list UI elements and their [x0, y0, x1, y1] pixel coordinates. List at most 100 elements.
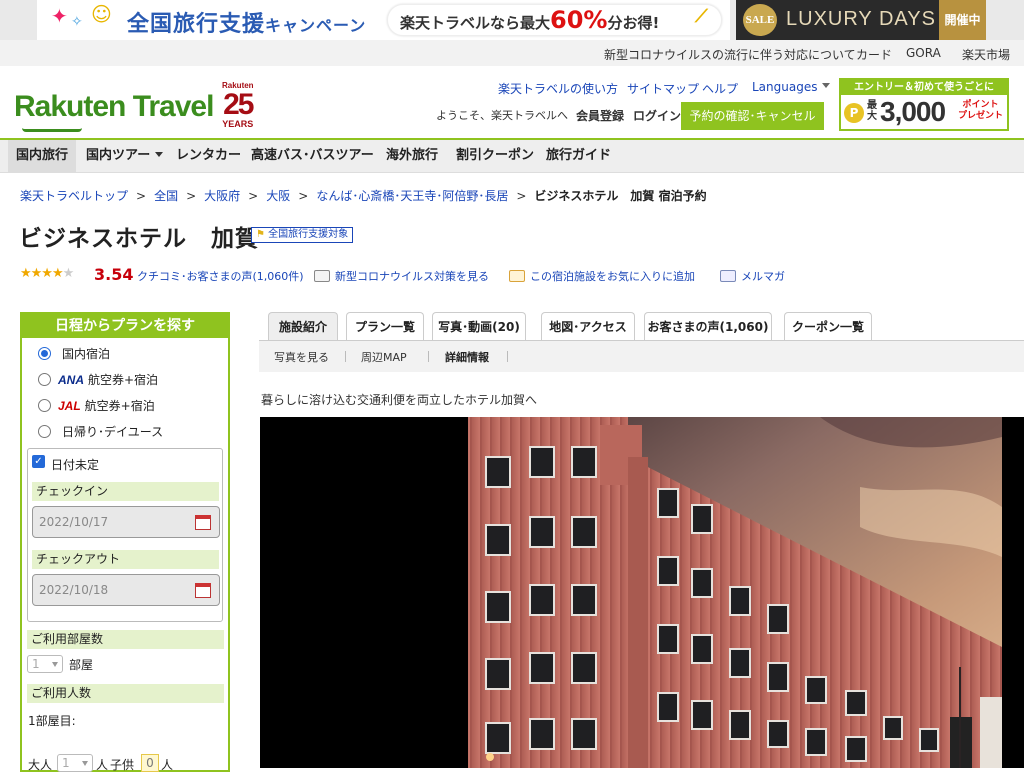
breadcrumb: 楽天トラベルトップ > 全国 > 大阪府 > 大阪 > なんば･心斎橋･天王寺･阿倍野･長居 > ビ…: [20, 187, 707, 204]
search-panel-title: 日程からプランを探す: [22, 314, 228, 338]
nav-bus[interactable]: 高速バス･バスツアー: [243, 140, 382, 172]
tab-facility-info[interactable]: 施設紹介: [268, 312, 338, 340]
confetti-icon: ✦: [51, 4, 68, 28]
discount-pill: 楽天トラベルなら最大60%分お得!: [387, 4, 722, 36]
radio-label-domestic: 国内宿泊: [62, 347, 111, 361]
login-link[interactable]: ログイン: [633, 107, 681, 124]
nav-coupon[interactable]: 割引クーポン: [448, 140, 542, 172]
radio-domestic-stay[interactable]: [38, 347, 51, 360]
promo-amount: 3,000: [880, 96, 946, 127]
hotel-catchcopy: 暮らしに溶け込む交通利便を両立したホテル加賀へ: [261, 393, 538, 407]
radio-label-ana: ANA 航空券+宿泊: [58, 373, 159, 387]
ichiba-link[interactable]: 楽天市場: [962, 46, 1010, 63]
tab-map[interactable]: 地図･アクセス: [541, 312, 635, 340]
covid-measures-link[interactable]: 新型コロナウイルス対策を見る: [314, 268, 489, 284]
tab-photos[interactable]: 写真･動画(20): [432, 312, 526, 340]
travel-support-banner[interactable]: ✦ ✧ ☺ 全国旅行支援キャンペーン 楽天トラベルなら最大60%分お得! ⟋: [37, 0, 730, 40]
nav-domestic[interactable]: 国内旅行: [8, 140, 77, 172]
subnav-map[interactable]: 周辺MAP: [361, 349, 407, 365]
checkout-label: チェックアウト: [32, 550, 219, 569]
subnav-details[interactable]: 詳細情報: [445, 349, 489, 365]
gora-link[interactable]: GORA: [906, 46, 941, 60]
nav-guide[interactable]: 旅行ガイド: [538, 140, 619, 172]
nav-rentacar[interactable]: レンタカー: [168, 140, 249, 172]
breadcrumb-sep: >: [516, 189, 527, 203]
utility-bar: 新型コロナウイルスの流行に伴う対応について カード GORA 楽天市場: [0, 40, 1024, 66]
newsletter-link[interactable]: メルマガ: [720, 268, 785, 284]
promo-points-label: ポイント プレゼント: [958, 100, 1004, 121]
rakuten-travel-logo[interactable]: Rakuten Travel: [14, 90, 214, 132]
mail-icon: [720, 270, 736, 282]
radio-day-use[interactable]: [38, 425, 51, 438]
date-undecided-label: 日付未定: [51, 458, 100, 472]
room1-label: 1部屋目:: [28, 714, 76, 728]
subnav-photos[interactable]: 写真を見る: [274, 349, 329, 365]
breadcrumb-top[interactable]: 楽天トラベルトップ: [20, 189, 128, 203]
confetti-icon: ✧: [71, 14, 83, 30]
tab-plans[interactable]: プラン一覧: [346, 312, 424, 340]
how-to-use-link[interactable]: 楽天トラベルの使い方: [498, 80, 618, 97]
nav-domestic-tour[interactable]: 国内ツアー: [78, 140, 171, 172]
breadcrumb-sep: >: [248, 189, 259, 203]
tab-coupons[interactable]: クーポン一覧: [784, 312, 872, 340]
radio-jal-flight-stay[interactable]: [38, 399, 51, 412]
confetti-icon: ⟋: [695, 6, 708, 27]
hotel-building-illustration: [468, 417, 1002, 768]
breadcrumb-sep: >: [186, 189, 197, 203]
adult-select[interactable]: 1: [57, 754, 93, 772]
subnav-divider: [345, 351, 346, 362]
add-favorite-link[interactable]: この宿泊施設をお気に入りに追加: [509, 268, 695, 284]
campaign-title: 全国旅行支援キャンペーン: [127, 12, 367, 37]
adult-unit: 人: [96, 758, 109, 772]
tab-reviews[interactable]: お客さまの声(1,060): [644, 312, 772, 340]
calendar-icon[interactable]: [195, 515, 211, 530]
logo-swoosh: [22, 128, 82, 132]
hotel-main-photo[interactable]: [260, 417, 1024, 768]
star-rating: ★★★★★: [20, 266, 74, 281]
point-coin-icon: P: [844, 103, 864, 123]
breadcrumb-city[interactable]: 大阪: [266, 189, 290, 203]
people-label: ご利用人数: [27, 684, 224, 703]
rooms-select[interactable]: 1: [27, 655, 63, 673]
breadcrumb-prefecture[interactable]: 大阪府: [204, 189, 240, 203]
card-link[interactable]: カード: [856, 46, 892, 63]
sitemap-link[interactable]: サイトマップ: [627, 80, 699, 97]
calendar-icon[interactable]: [195, 583, 211, 598]
subnav-divider: [507, 351, 508, 362]
nav-overseas[interactable]: 海外旅行: [378, 140, 446, 172]
reservation-check-button[interactable]: 予約の確認･キャンセル: [681, 102, 824, 130]
radio-label-dayuse: 日帰り･デイユース: [62, 425, 164, 439]
promo-max: 最大: [867, 100, 877, 122]
register-link[interactable]: 会員登録: [576, 107, 624, 124]
document-icon: [314, 270, 330, 282]
now-open-label: 開催中: [939, 0, 986, 40]
languages-dropdown[interactable]: Languages: [752, 80, 830, 94]
radio-label-jal: JAL 航空券+宿泊: [58, 399, 155, 413]
breadcrumb-area[interactable]: なんば･心斎橋･天王寺･阿倍野･長居: [316, 189, 508, 203]
child-count-input[interactable]: 0: [141, 754, 159, 772]
checkout-input[interactable]: 2022/10/18: [32, 574, 220, 606]
global-nav: 国内旅行 国内ツアー レンタカー 高速バス･バスツアー 海外旅行 割引クーポン …: [0, 138, 1024, 173]
campaign-banner[interactable]: ✦ ✧ ☺ 全国旅行支援キャンペーン 楽天トラベルなら最大60%分お得! ⟋ S…: [0, 0, 1024, 40]
breadcrumb-sep: >: [298, 189, 309, 203]
hotel-name: ビジネスホテル 加賀: [19, 226, 259, 252]
sub-nav: 写真を見る 周辺MAP 詳細情報: [259, 341, 1024, 372]
plan-search-panel: 日程からプランを探す 国内宿泊 ANA 航空券+宿泊 JAL 航空券+宿泊 日帰り･…: [20, 312, 230, 772]
adult-label: 大人: [28, 758, 53, 772]
date-undecided-checkbox[interactable]: ✓: [32, 455, 45, 468]
help-link[interactable]: ヘルプ: [702, 80, 738, 97]
travel-support-badge[interactable]: ⚑ 全国旅行支援対象: [251, 227, 354, 243]
checkin-input[interactable]: 2022/10/17: [32, 506, 220, 538]
welcome-text: ようこそ、楽天トラベルへ: [436, 109, 568, 122]
rating-score: 3.54: [94, 265, 134, 284]
checkin-label: チェックイン: [32, 482, 219, 501]
ana-logo-icon: ANA: [58, 373, 84, 387]
radio-ana-flight-stay[interactable]: [38, 373, 51, 386]
rooms-unit: 部屋: [69, 658, 94, 672]
breadcrumb-national[interactable]: 全国: [154, 189, 178, 203]
jal-logo-icon: JAL: [58, 399, 81, 413]
covid-notice-link[interactable]: 新型コロナウイルスの流行に伴う対応について: [604, 46, 856, 63]
points-promo-banner[interactable]: エントリー＆初めて使うごとに P 最大 3,000 ポイント プレゼント: [839, 78, 1009, 131]
reviews-link[interactable]: クチコミ･お客さまの声(1,060件): [137, 268, 304, 284]
mascot-icon: ☺: [91, 2, 112, 26]
